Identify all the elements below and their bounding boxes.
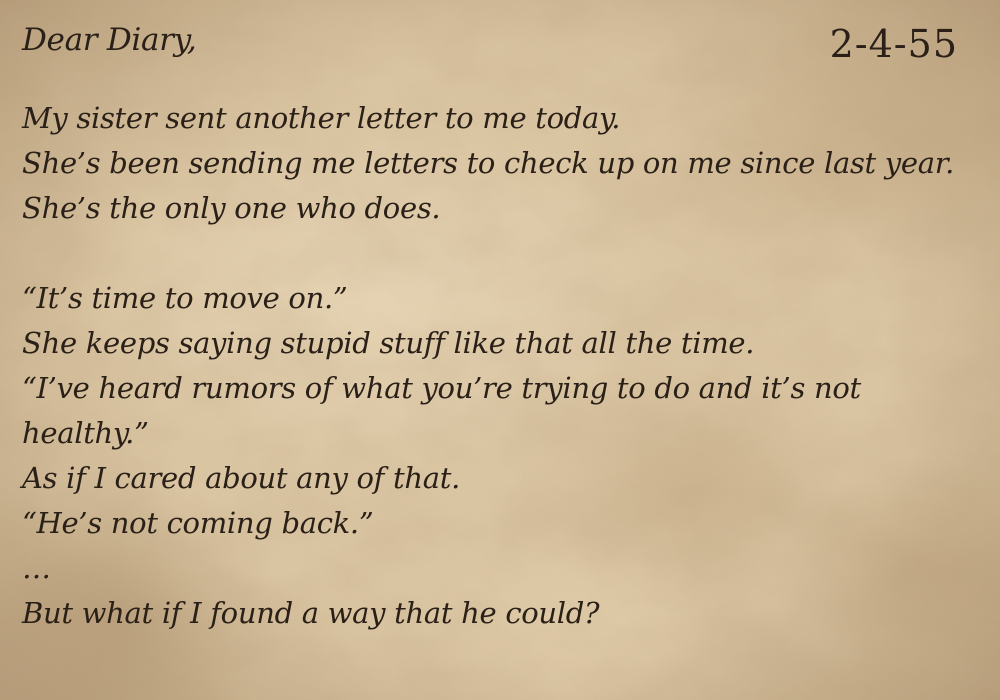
diary-ellipsis-line: … [22, 551, 51, 585]
diary-greeting: Dear Diary, [22, 22, 197, 58]
diary-line: My sister sent another letter to me toda… [22, 101, 621, 135]
diary-line: But what if I found a way that he could? [22, 596, 600, 630]
diary-entry: Dear Diary, 2-4-55 My sister sent anothe… [0, 0, 1000, 700]
diary-date: 2-4-55 [829, 22, 958, 66]
diary-line: As if I cared about any of that. [22, 461, 461, 495]
diary-line: “I’ve heard rumors of what you’re trying… [22, 371, 861, 405]
diary-line: She keeps saying stupid stuff like that … [22, 326, 755, 360]
diary-line: She’s the only one who does. [22, 191, 441, 225]
diary-line: She’s been sending me letters to check u… [22, 146, 955, 180]
diary-blank-line [22, 231, 992, 276]
diary-line: “He’s not coming back.” [22, 506, 374, 540]
diary-line: “It’s time to move on.” [22, 281, 348, 315]
diary-line: healthy.” [22, 416, 149, 450]
diary-body: My sister sent another letter to me toda… [22, 96, 992, 636]
